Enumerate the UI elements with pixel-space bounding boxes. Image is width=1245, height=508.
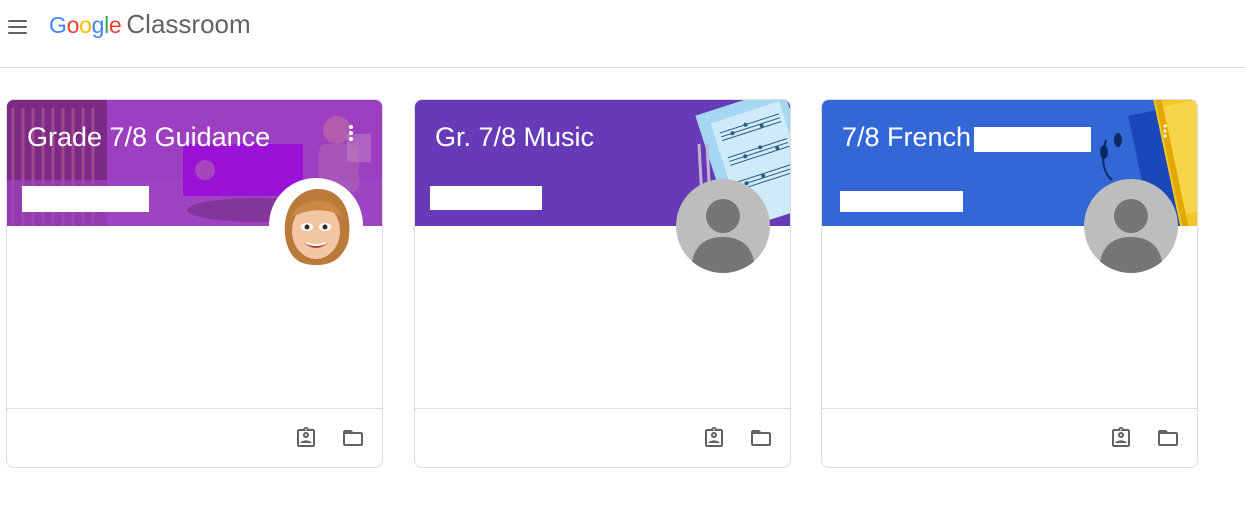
- hamburger-icon-line: [8, 32, 27, 34]
- class-title: 7/8 French: [842, 122, 972, 152]
- class-card-music[interactable]: Gr. 7/8 Music: [414, 99, 791, 468]
- card-divider: [415, 408, 790, 409]
- top-app-bar: Google Classroom: [0, 0, 1245, 68]
- class-card-french[interactable]: 7/8 French: [821, 99, 1198, 468]
- folder-icon: [1158, 430, 1178, 446]
- folder-icon: [751, 430, 771, 446]
- open-folder-button[interactable]: [749, 426, 773, 450]
- class-title: Gr. 7/8 Music: [435, 122, 595, 152]
- card-divider: [822, 408, 1197, 409]
- section-name-redacted: [22, 186, 149, 212]
- assignment-ind-icon: [297, 427, 315, 447]
- default-profile-icon: [1099, 199, 1163, 273]
- bitmoji-avatar-icon: [272, 181, 360, 269]
- section-name-redacted: [840, 191, 963, 212]
- assignment-ind-icon: [1112, 427, 1130, 447]
- card-divider: [7, 408, 382, 409]
- teacher-avatar: [269, 178, 363, 272]
- open-folder-button[interactable]: [341, 426, 365, 450]
- section-name-redacted: [430, 186, 542, 210]
- title-suffix-redacted: [974, 127, 1091, 152]
- teacher-avatar: [1084, 179, 1178, 273]
- google-wordmark: Google: [49, 12, 122, 38]
- folder-icon: [343, 430, 363, 446]
- open-your-work-button[interactable]: [1109, 426, 1133, 450]
- default-profile-icon: [691, 199, 755, 273]
- hamburger-icon-line: [8, 26, 27, 28]
- open-your-work-button[interactable]: [294, 426, 318, 450]
- open-folder-button[interactable]: [1156, 426, 1180, 450]
- card-options-button[interactable]: [346, 122, 356, 144]
- google-classroom-logo[interactable]: Google Classroom: [49, 9, 251, 43]
- class-title: Grade 7/8 Guidance: [27, 122, 271, 152]
- class-card-guidance[interactable]: Grade 7/8 Guidance: [6, 99, 383, 468]
- assignment-ind-icon: [705, 427, 723, 447]
- teacher-avatar: [676, 179, 770, 273]
- hamburger-icon-line: [8, 20, 27, 22]
- product-name: Classroom: [126, 9, 251, 39]
- open-your-work-button[interactable]: [702, 426, 726, 450]
- main-menu-button[interactable]: [4, 10, 32, 44]
